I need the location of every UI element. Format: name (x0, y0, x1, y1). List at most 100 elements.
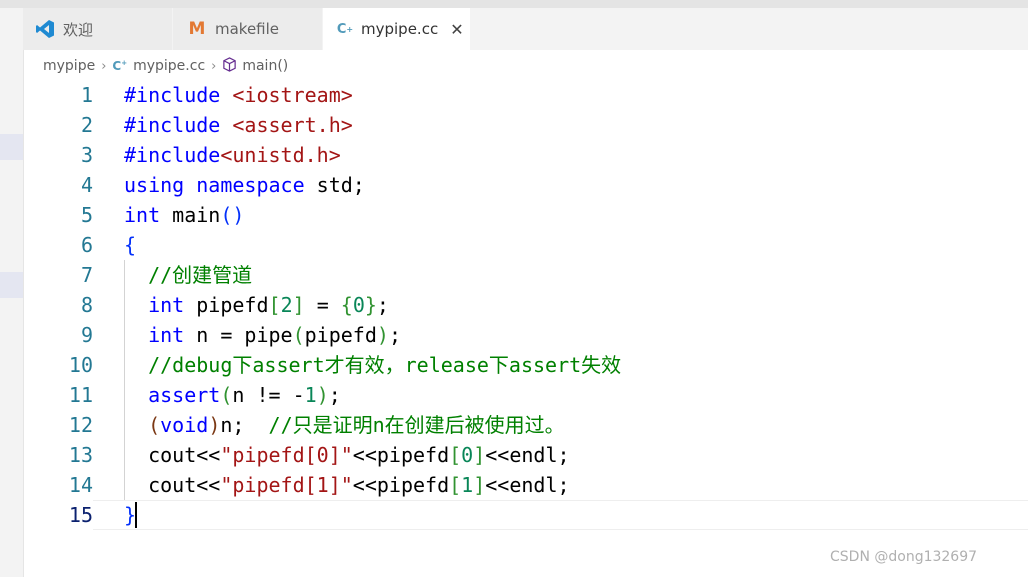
code-token: #include (124, 113, 221, 137)
code-line[interactable]: cout<<"pipefd[0]"<<pipefd[0]<<endl; (124, 440, 621, 470)
code-token: main (160, 203, 221, 227)
line-number: 3 (80, 143, 93, 167)
code-token: ) (376, 323, 389, 347)
code-line[interactable]: } (124, 500, 621, 530)
code-token: 1 (304, 383, 317, 407)
tab-label: makefile (215, 20, 280, 38)
code-editor[interactable]: #include <iostream> #include <assert.h> … (124, 80, 621, 530)
code-token: } (364, 293, 377, 317)
vscode-logo-icon (35, 19, 55, 39)
code-line[interactable]: assert(n != -1); (124, 380, 621, 410)
code-token: n != - (232, 383, 305, 407)
code-token: ] (292, 293, 305, 317)
side-panel-edge (0, 8, 24, 577)
code-comment: //只是证明n在创建后被使用过。 (268, 413, 565, 437)
code-comment: //debug下assert才有效，release下assert失效 (148, 353, 622, 377)
code-token: ( (148, 413, 161, 437)
code-token: ; (328, 383, 341, 407)
code-token: ; (376, 293, 389, 317)
line-number: 9 (80, 323, 93, 347)
code-line[interactable]: //创建管道 (124, 260, 621, 290)
code-token: ) (208, 413, 221, 437)
line-number: 1 (80, 83, 93, 107)
code-token: [ (449, 443, 462, 467)
code-token: <<pipefd (352, 473, 450, 497)
line-number: 11 (68, 383, 93, 407)
code-token: () (220, 203, 245, 227)
tab-makefile[interactable]: M makefile (173, 8, 323, 50)
code-token: pipefd (304, 323, 377, 347)
code-token: int (124, 203, 161, 227)
text-cursor (135, 502, 137, 528)
code-line[interactable]: { (124, 230, 621, 260)
code-token: ] (473, 473, 486, 497)
code-token: 0 (352, 293, 365, 317)
breadcrumb-symbol[interactable]: main() (242, 58, 288, 74)
line-number: 6 (80, 233, 93, 257)
chevron-right-icon: › (211, 58, 217, 74)
code-line[interactable]: cout<<"pipefd[1]"<<pipefd[1]<<endl; (124, 470, 621, 500)
cpp-file-icon: C+ (336, 21, 354, 37)
line-number: 7 (80, 263, 93, 287)
tab-mypipe-cc[interactable]: C + mypipe.cc ✕ (323, 8, 471, 50)
code-line[interactable]: #include <assert.h> (124, 110, 621, 140)
breadcrumb-file[interactable]: mypipe.cc (133, 58, 205, 74)
code-token: ] (473, 443, 486, 467)
code-token: n; (220, 413, 269, 437)
cube-symbol-icon (222, 56, 237, 76)
code-token: #include (124, 143, 221, 167)
code-line[interactable]: (void)n; //只是证明n在创建后被使用过。 (124, 410, 621, 440)
cpp-file-icon: C+ (112, 59, 128, 73)
line-number: 14 (68, 473, 93, 497)
code-token: <assert.h> (220, 113, 353, 137)
code-line[interactable]: int main() (124, 200, 621, 230)
code-token: #include (124, 83, 221, 107)
chevron-right-icon: › (101, 58, 107, 74)
code-token: ( (292, 323, 305, 347)
code-line[interactable]: #include <iostream> (124, 80, 621, 110)
code-token: ( (220, 383, 233, 407)
code-token: int (148, 323, 185, 347)
breadcrumb-folder[interactable]: mypipe (43, 58, 95, 74)
line-number: 12 (68, 413, 93, 437)
breadcrumb: mypipe › C+ mypipe.cc › main() (43, 56, 288, 76)
code-comment: //创建管道 (148, 263, 253, 287)
code-line[interactable]: using namespace std; (124, 170, 621, 200)
line-number-gutter: 1 2 3 4 5 6 7 8 9 10 11 12 13 14 15 (23, 80, 93, 530)
tab-label: 欢迎 (63, 20, 94, 39)
code-string: "pipefd[1]" (220, 473, 353, 497)
code-token: pipefd (184, 293, 269, 317)
line-number: 8 (80, 293, 93, 317)
line-number: 4 (80, 173, 93, 197)
code-line[interactable]: int n = pipe(pipefd); (124, 320, 621, 350)
code-line[interactable]: int pipefd[2] = {0}; (124, 290, 621, 320)
code-token: { (124, 233, 137, 257)
code-token: <<endl; (485, 443, 570, 467)
window-top-strip (0, 0, 1028, 8)
code-token: int (148, 293, 185, 317)
line-number: 10 (68, 353, 93, 377)
code-token: using (124, 173, 185, 197)
code-token: std; (304, 173, 365, 197)
code-token: assert (148, 383, 221, 407)
code-token: <<endl; (485, 473, 570, 497)
line-number: 5 (80, 203, 93, 227)
line-number: 2 (80, 113, 93, 137)
tab-label: mypipe.cc (361, 20, 439, 38)
code-line[interactable]: #include<unistd.h> (124, 140, 621, 170)
code-token: void (160, 413, 209, 437)
makefile-m-icon: M (188, 19, 206, 39)
side-panel-highlight (0, 134, 23, 160)
editor-tab-bar: 欢迎 M makefile C + mypipe.cc ✕ (23, 8, 1028, 50)
close-icon[interactable]: ✕ (450, 20, 463, 39)
code-token: = (304, 293, 341, 317)
code-token: ) (316, 383, 329, 407)
code-token: <unistd.h> (220, 143, 341, 167)
code-token: namespace (196, 173, 305, 197)
tab-welcome[interactable]: 欢迎 (23, 8, 173, 50)
code-token: [ (449, 473, 462, 497)
code-token: 1 (461, 473, 474, 497)
code-line[interactable]: //debug下assert才有效，release下assert失效 (124, 350, 621, 380)
code-token: [ (268, 293, 281, 317)
line-number: 13 (68, 443, 93, 467)
